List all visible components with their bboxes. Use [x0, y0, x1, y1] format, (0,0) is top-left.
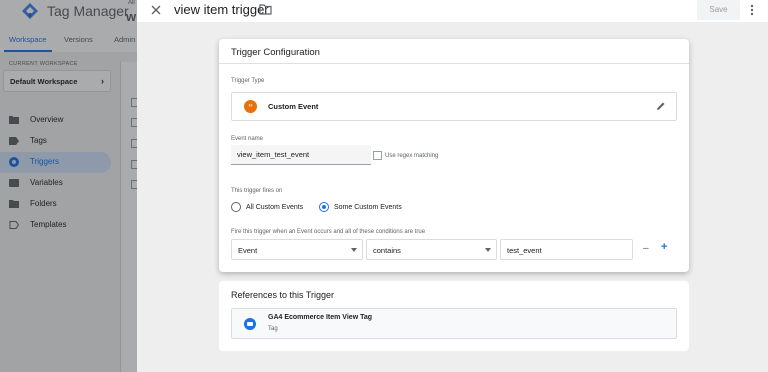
- reference-type: Tag: [268, 326, 278, 332]
- condition-value-input[interactable]: test_event: [500, 239, 633, 260]
- remove-condition-button[interactable]: –: [643, 243, 649, 254]
- trigger-editor-sheet: view item trigger Save Trigger Configura…: [137, 0, 768, 372]
- dropdown-arrow-icon: [351, 248, 357, 252]
- input-value: test_event: [507, 246, 542, 255]
- radio-circle[interactable]: [231, 202, 241, 212]
- divider: [219, 63, 689, 64]
- sheet-header: view item trigger Save: [137, 0, 768, 22]
- references-card: References to this Trigger GA4 Ecommerce…: [219, 281, 689, 351]
- custom-event-icon: ‹›: [244, 100, 257, 113]
- radio-some-custom-events[interactable]: Some Custom Events: [319, 202, 402, 212]
- fires-on-label: This trigger fires on: [231, 188, 283, 194]
- checkbox-box[interactable]: [373, 151, 382, 160]
- reference-name: GA4 Ecommerce Item View Tag: [268, 314, 373, 321]
- trigger-type-name: Custom Event: [268, 102, 319, 111]
- radio-label: All Custom Events: [246, 203, 304, 211]
- condition-variable-select[interactable]: Event: [231, 239, 363, 260]
- radio-label: Some Custom Events: [334, 203, 402, 211]
- add-condition-button[interactable]: +: [661, 241, 667, 253]
- event-name-input[interactable]: view_item_test_event: [231, 145, 371, 165]
- trigger-configuration-card: Trigger Configuration Trigger Type ‹› Cu…: [219, 39, 689, 272]
- close-icon[interactable]: [149, 3, 163, 17]
- select-value: Event: [238, 246, 258, 255]
- event-name-label: Event name: [231, 136, 264, 142]
- pencil-icon[interactable]: [656, 101, 666, 111]
- trigger-type-label: Trigger Type: [231, 78, 265, 84]
- dropdown-arrow-icon: [485, 248, 491, 252]
- select-value: contains: [373, 246, 401, 255]
- regex-checkbox[interactable]: Use regex matching: [373, 151, 438, 160]
- condition-label: Fire this trigger when an Event occurs a…: [231, 229, 426, 235]
- trigger-type-selector[interactable]: ‹› Custom Event: [231, 92, 677, 121]
- radio-circle[interactable]: [319, 202, 329, 212]
- radio-all-custom-events[interactable]: All Custom Events: [231, 202, 303, 212]
- regex-label: Use regex matching: [385, 153, 439, 160]
- tag-icon: [244, 318, 256, 330]
- reference-item[interactable]: GA4 Ecommerce Item View Tag Tag: [231, 308, 677, 339]
- folder-icon[interactable]: [259, 4, 272, 15]
- references-title: References to this Trigger: [231, 290, 335, 300]
- card-title: Trigger Configuration: [231, 47, 320, 58]
- trigger-name[interactable]: view item trigger: [174, 2, 269, 17]
- save-button[interactable]: Save: [697, 0, 740, 20]
- more-vert-icon[interactable]: [749, 3, 755, 17]
- condition-operator-select[interactable]: contains: [366, 239, 497, 260]
